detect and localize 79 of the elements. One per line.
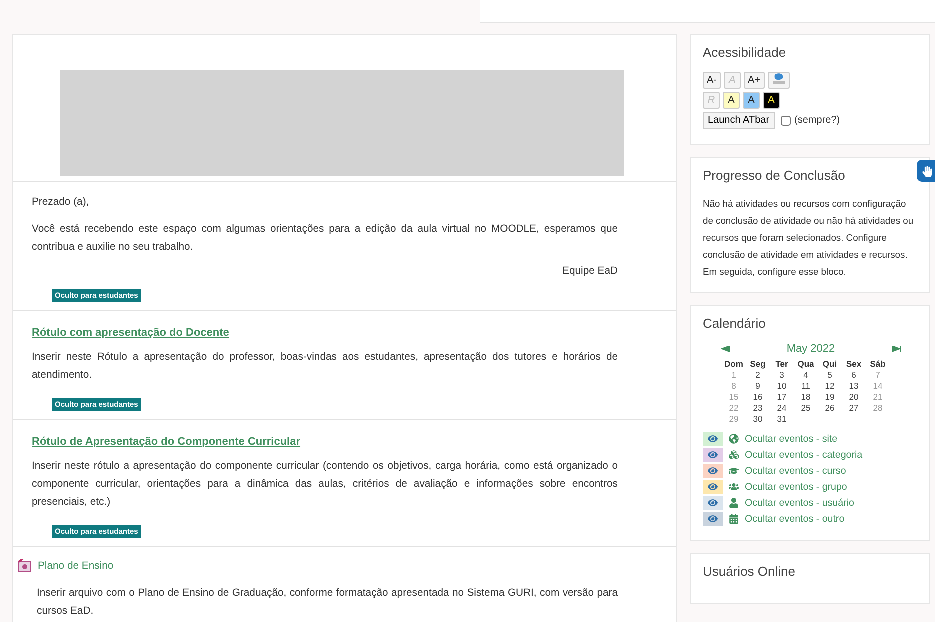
hand-icon[interactable] [917, 160, 935, 182]
block-title: Calendário [703, 316, 767, 331]
calendar-day: 26 [818, 403, 842, 413]
speech-button[interactable] [768, 72, 790, 89]
calendar-day: 14 [866, 381, 890, 391]
signature-text: Equipe EaD [562, 266, 618, 277]
calendar-day: 24 [770, 403, 794, 413]
calendar-day: 11 [794, 381, 818, 391]
calendar-day: 1 [722, 370, 746, 380]
calendar-day: 18 [794, 392, 818, 402]
calendar-day: 23 [746, 403, 770, 413]
always-checkbox[interactable] [780, 116, 791, 126]
calendar-day: 16 [746, 392, 770, 402]
block-title: Usuários Online [703, 564, 796, 579]
event-filter-link[interactable]: Ocultar eventos - categoria [703, 448, 919, 462]
calendar-day: 15 [722, 392, 746, 402]
intro-text: Você está recebendo este espaço com algumas orientações para a edição da aula virtual no MOODLE, esperamos que contribua e auxilie no seu trabalho. [32, 223, 618, 255]
weekday-label: Seg [749, 359, 767, 369]
calendar-day: 9 [746, 381, 770, 391]
globe-icon [729, 434, 739, 444]
calendar-day: 19 [818, 392, 842, 402]
calendar-day: 17 [770, 392, 794, 402]
users-icon [729, 482, 739, 492]
event-filter-link[interactable]: Ocultar eventos - site [703, 432, 919, 446]
calendar-day: 2 [746, 370, 770, 380]
greeting-text: Prezado (a), [32, 196, 90, 210]
user-icon [729, 498, 739, 508]
text-style-button[interactable]: A- [703, 72, 721, 89]
event-filter-link[interactable]: Ocultar eventos - usuário [703, 496, 919, 510]
description-text: Inserir arquivo com o Plano de Ensino de Graduação, conforme formatação apresentada no Sistema GURI, com versão para cursos EaD. [37, 587, 618, 619]
text-style-button[interactable]: A [763, 92, 780, 109]
graduation-cap-icon [729, 466, 739, 476]
weekday-label: Sáb [869, 359, 887, 369]
calendar-day: 7 [866, 370, 890, 380]
calendar-day: 22 [722, 403, 746, 413]
previous-month-icon[interactable] [721, 346, 730, 352]
text-style-button[interactable]: A [743, 92, 760, 109]
block-title: Progresso de Conclusão [703, 168, 846, 183]
launch-atbar-button[interactable]: Launch ATbar [703, 112, 775, 129]
calendar-day: 27 [842, 403, 866, 413]
calendar-day: 20 [842, 392, 866, 402]
calendar-icon [729, 514, 739, 524]
progress-text: Não há atividades ou recursos com configuração de conclusão de atividade ou não há atividades ou recursos que foram selecionados. Configure conclusão de atividade em atividades e recursos. Em seguida, configure esse bloco. [703, 197, 915, 279]
block-title: Acessibilidade [703, 45, 788, 60]
cubes-icon [729, 450, 739, 460]
calendar-day: 25 [794, 403, 818, 413]
text-style-button[interactable]: A [723, 92, 740, 109]
calendar-day: 4 [794, 370, 818, 380]
file-icon [18, 559, 32, 573]
calendar-day: 30 [746, 414, 770, 424]
month-link[interactable]: May 2022 [786, 343, 836, 355]
calendar-day: 12 [818, 381, 842, 391]
weekday-label: Sex [845, 359, 863, 369]
description-text: Inserir neste Rótulo a apresentação do professor, boas-vindas aos estudantes, apresentação dos tutores e horários de atendimento. [32, 351, 618, 383]
calendar-day: 31 [770, 414, 794, 424]
weekday-label: Ter [774, 359, 790, 369]
calendar-day: 28 [866, 403, 890, 413]
weekday-label: Qua [796, 359, 816, 369]
calendar-day: 6 [842, 370, 866, 380]
calendar-day: 13 [842, 381, 866, 391]
always-label: (sempre?) [794, 115, 840, 126]
description-text: Inserir neste rótulo a apresentação do componente curricular (contendo os objetivos, carga horária, como está organizado o componente curricular, orientações para a dinâmica das aulas, critérios de avaliação e informações sobre encontros presenciais, etc.) [32, 460, 618, 510]
section-title-link[interactable]: Rótulo de Apresentação do Componente Curricular [32, 436, 301, 448]
event-filter-link[interactable]: Ocultar eventos - curso [703, 464, 919, 478]
calendar-day: 5 [818, 370, 842, 380]
file-link[interactable]: Plano de Ensino [38, 560, 114, 572]
calendar-day: 8 [722, 381, 746, 391]
calendar-day: 21 [866, 392, 890, 402]
text-style-button[interactable]: A+ [744, 72, 765, 89]
calendar-day: 10 [770, 381, 794, 391]
weekday-label: Qui [822, 359, 838, 369]
weekday-label: Dom [724, 359, 744, 369]
calendar-day: 29 [722, 414, 746, 424]
section-title-link[interactable]: Rótulo com apresentação do Docente [32, 327, 230, 339]
speaker-icon [772, 73, 786, 85]
event-filter-link[interactable]: Ocultar eventos - grupo [703, 480, 919, 494]
event-filter-link[interactable]: Ocultar eventos - outro [703, 512, 919, 526]
next-month-icon[interactable] [892, 346, 901, 352]
calendar-day: 3 [770, 370, 794, 380]
